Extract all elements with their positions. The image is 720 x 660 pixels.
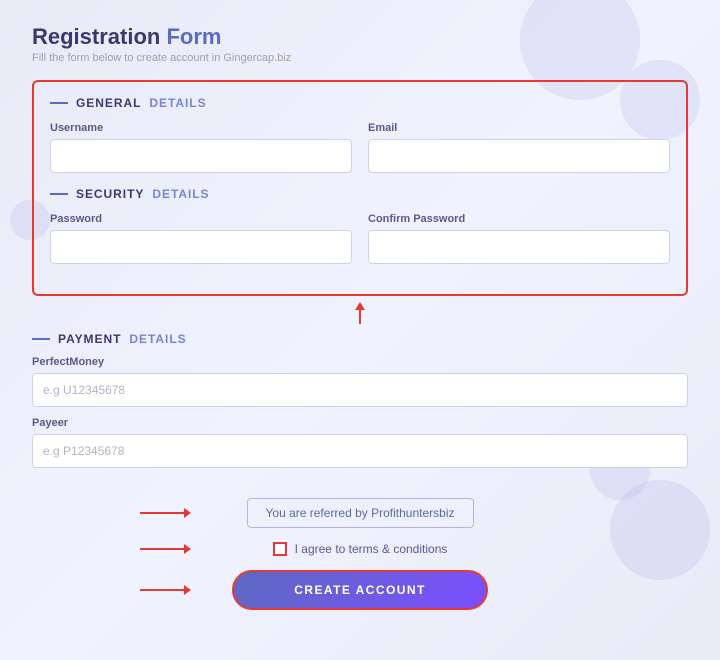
- perfectmoney-input[interactable]: [32, 373, 688, 407]
- payment-section: Payment Details PerfectMoney Payeer: [32, 332, 688, 488]
- terms-label: I agree to terms & conditions: [295, 542, 448, 556]
- perfectmoney-group: PerfectMoney: [32, 356, 688, 407]
- general-fields-row: Username Email: [50, 122, 670, 173]
- security-fields-row: Password Confirm Password: [50, 213, 670, 264]
- password-label: Password: [50, 213, 352, 225]
- general-section-header: General Details: [50, 96, 670, 110]
- password-input[interactable]: [50, 230, 352, 264]
- terms-arrow: [140, 544, 191, 554]
- payeer-label: Payeer: [32, 417, 688, 429]
- create-account-button[interactable]: CREATE ACCOUNT: [232, 570, 488, 610]
- submit-row: CREATE ACCOUNT: [32, 570, 688, 610]
- terms-row: I agree to terms & conditions: [32, 542, 688, 556]
- email-group: Email: [368, 122, 670, 173]
- referral-box: You are referred by Profithuntersbiz: [247, 498, 474, 528]
- password-group: Password: [50, 213, 352, 264]
- submit-arrow: [140, 585, 191, 595]
- confirm-password-group: Confirm Password: [368, 213, 670, 264]
- general-security-section: General Details Username Email Security …: [32, 80, 688, 296]
- email-label: Email: [368, 122, 670, 134]
- email-input[interactable]: [368, 139, 670, 173]
- confirm-password-label: Confirm Password: [368, 213, 670, 225]
- terms-checkbox[interactable]: [273, 542, 287, 556]
- payeer-group: Payeer: [32, 417, 688, 468]
- referral-arrow: [140, 508, 191, 518]
- username-group: Username: [50, 122, 352, 173]
- perfectmoney-label: PerfectMoney: [32, 356, 688, 368]
- username-label: Username: [50, 122, 352, 134]
- payment-section-header: Payment Details: [32, 332, 688, 346]
- section-dash: [50, 102, 68, 104]
- referral-row: You are referred by Profithuntersbiz: [32, 498, 688, 528]
- page-header: Registration Form Fill the form below to…: [32, 24, 688, 64]
- page-subtitle: Fill the form below to create account in…: [32, 52, 688, 64]
- page-title: Registration Form: [32, 24, 688, 50]
- section-dash-security: [50, 193, 68, 195]
- confirm-password-input[interactable]: [368, 230, 670, 264]
- security-section-header: Security Details: [50, 187, 670, 201]
- username-input[interactable]: [50, 139, 352, 173]
- arrow-up-indicator: [32, 302, 688, 326]
- section-dash-payment: [32, 338, 50, 340]
- payeer-input[interactable]: [32, 434, 688, 468]
